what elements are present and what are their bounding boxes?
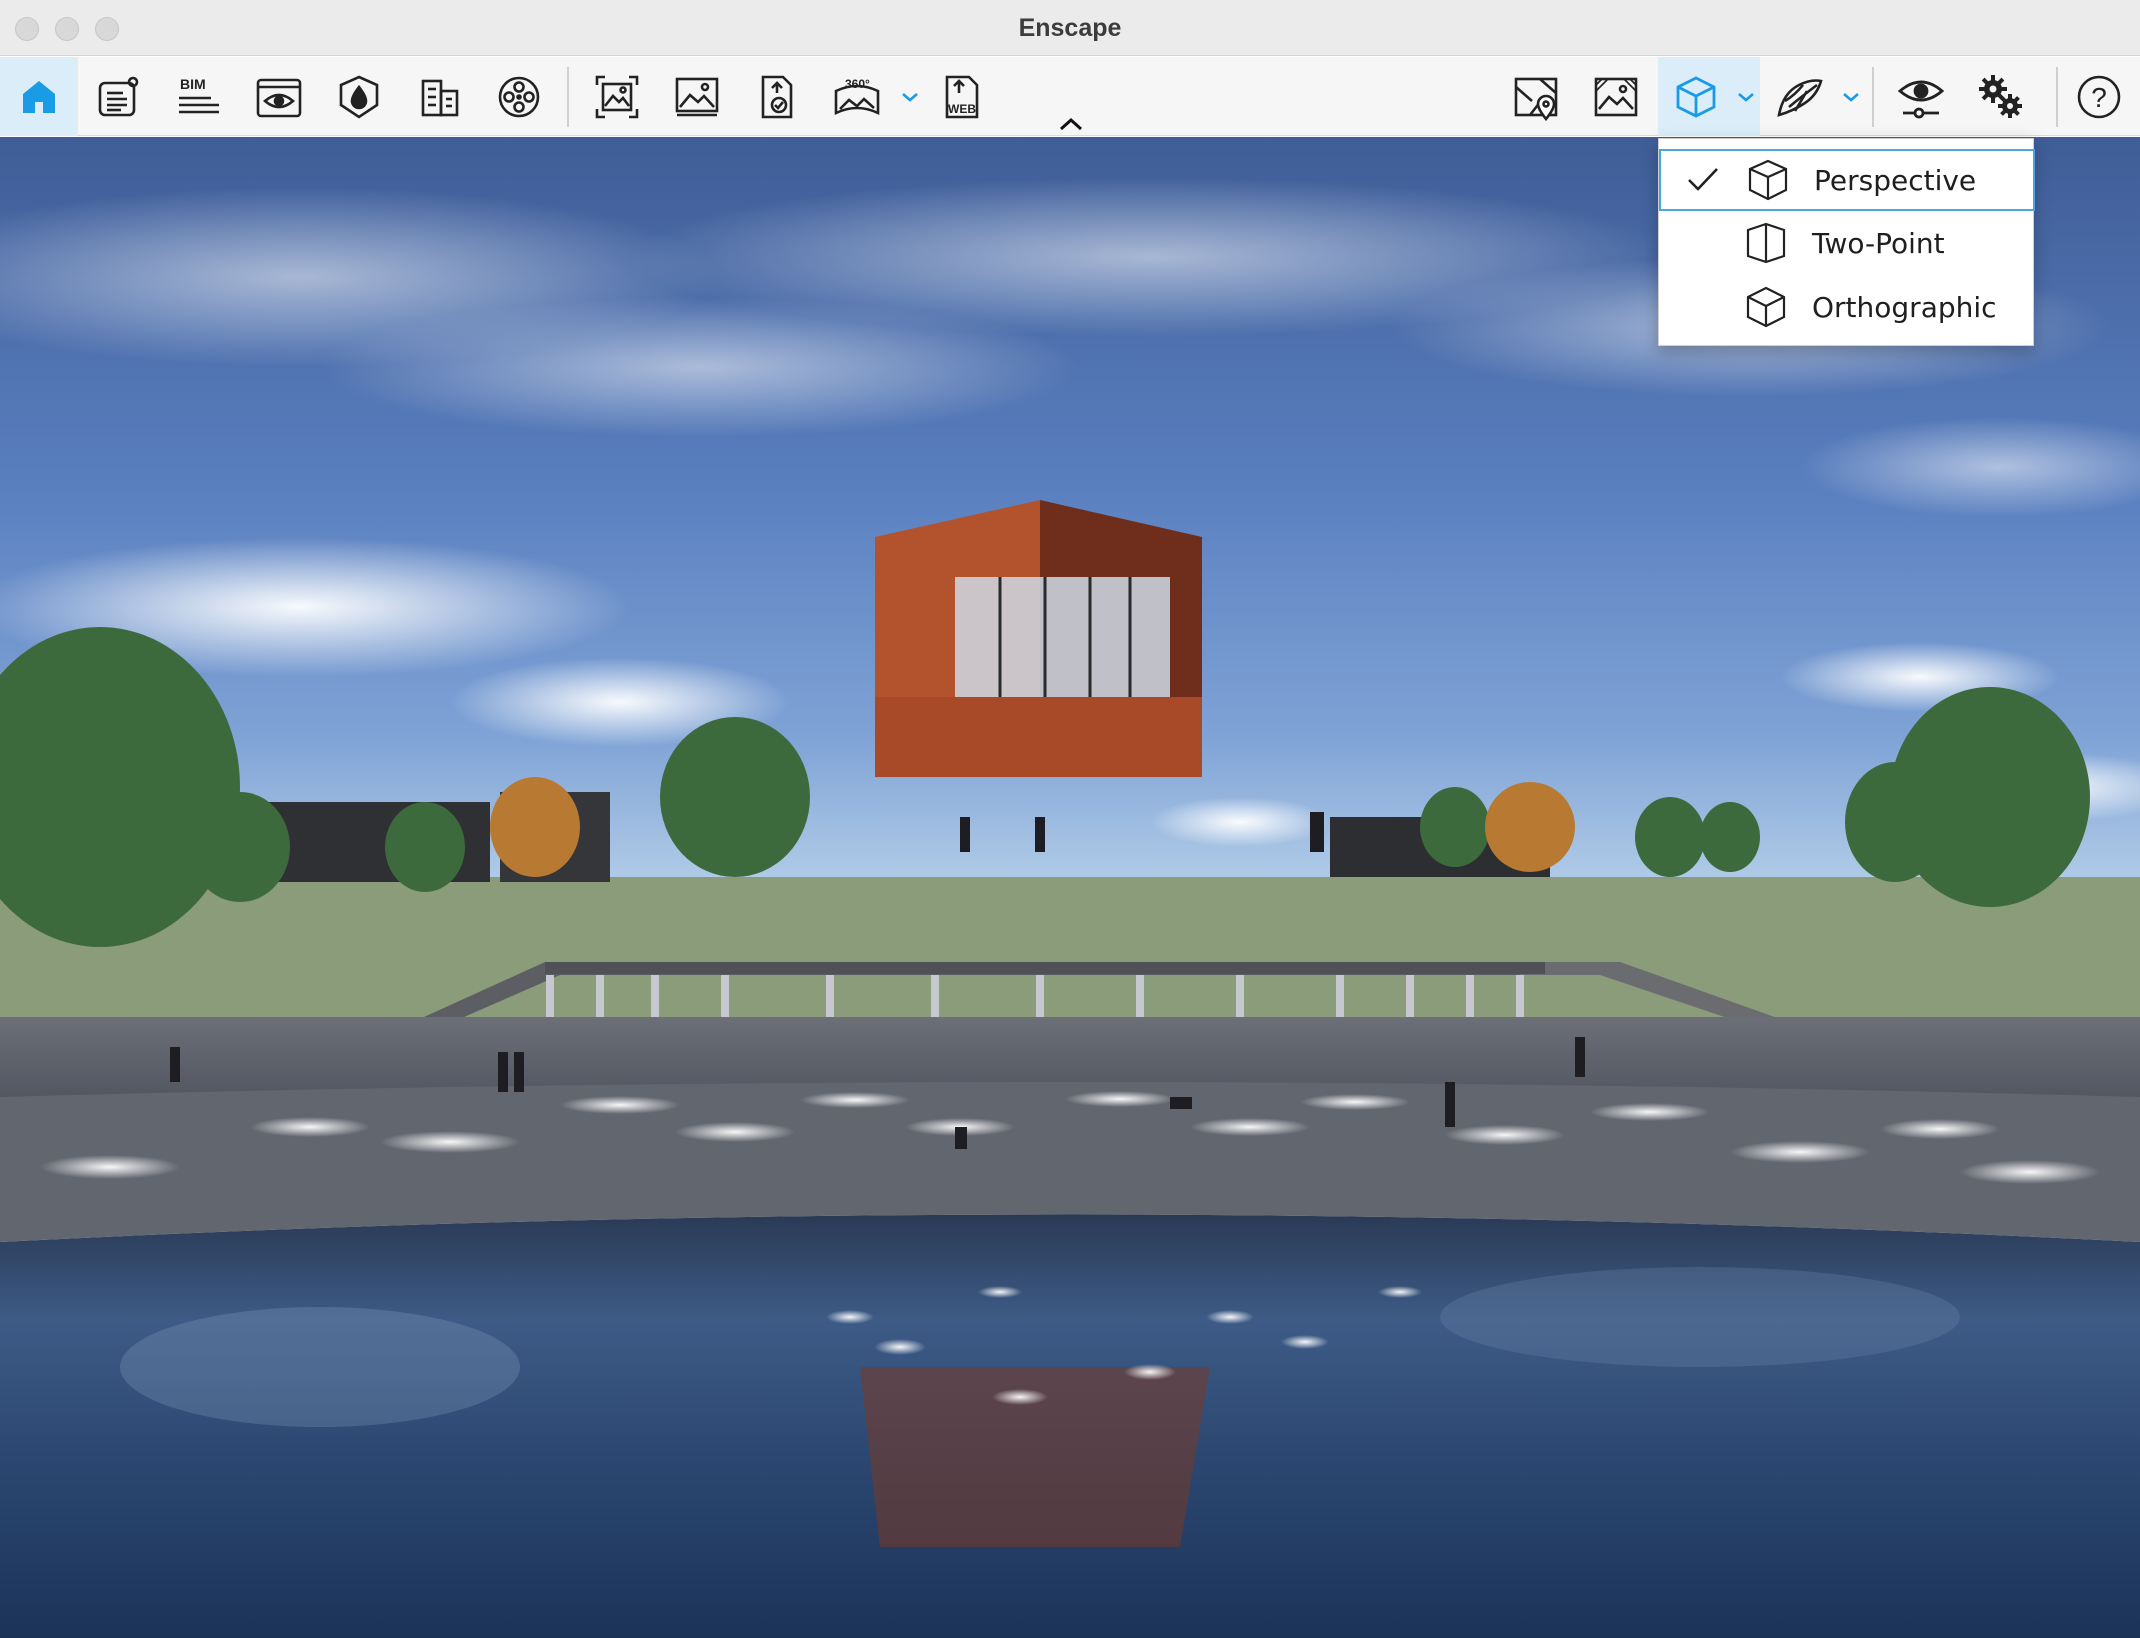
web-export-icon: WEB [945,75,979,118]
shield-drop-icon [339,75,379,119]
projection-option-label: Perspective [1814,163,1977,197]
panorama-label: 360° [845,77,870,91]
fly-mode-button[interactable] [1760,57,1838,136]
window-title: Enscape [1018,14,1122,42]
video-editor-button[interactable] [480,57,558,136]
info-panel-icon [98,76,139,116]
app-window: Enscape BIM 360° WEB ? Perspective Two-P… [0,0,2140,1638]
projection-option-label: Orthographic [1812,290,1997,324]
architectural-render-image [0,137,2140,1638]
render-viewport[interactable] [0,137,2140,1638]
image-icon [675,77,719,116]
toolbar-separator [1872,67,1874,127]
chevron-down-icon [1738,92,1754,102]
collapse-toolbar-button[interactable] [1056,113,1086,135]
fly-mode-dropdown-button[interactable] [1838,57,1864,136]
help-label: ? [2091,82,2107,113]
asset-library-button[interactable] [400,57,478,136]
bim-label: BIM [180,76,206,92]
eye-slider-icon [1897,80,1945,118]
screenshot-icon [595,75,639,118]
info-panel-button[interactable] [80,57,158,136]
panorama-360-icon: 360° [834,77,880,115]
panorama-button[interactable]: 360° [818,57,896,136]
projection-option-orthographic[interactable]: Orthographic [1659,276,2035,338]
view-image-button[interactable] [1577,57,1655,136]
hatched-image-icon [1594,77,1638,116]
projection-option-label: Two-Point [1812,226,1945,260]
upload-file-icon [761,75,793,118]
bim-icon: BIM [179,76,219,113]
view-management-button[interactable] [240,57,318,136]
toolbar-separator [567,67,569,127]
chevron-down-icon [1843,92,1859,102]
help-icon: ? [2077,75,2121,118]
chevron-down-icon [902,92,918,102]
gears-icon [1979,74,2022,118]
projection-menu: Perspective Two-Point Orthographic [1658,138,2035,346]
web-label: WEB [948,102,976,116]
projection-dropdown-button[interactable] [1733,57,1759,136]
projection-option-two-point[interactable]: Two-Point [1659,212,2035,274]
minimap-button[interactable] [1497,57,1575,136]
map-pin-icon [1514,77,1558,121]
title-bar: Enscape [0,0,2140,56]
home-button[interactable] [0,57,78,136]
toolbar: BIM 360° WEB ? [0,57,2140,136]
eye-window-icon [256,78,302,117]
capture-visibility-button[interactable] [1882,57,1960,136]
projection-option-perspective[interactable]: Perspective [1659,149,2035,211]
chevron-up-icon [1059,117,1083,131]
home-icon [23,80,55,113]
wing-icon [1777,78,1823,117]
web-export-button[interactable]: WEB [924,57,1002,136]
buildings-icon [421,79,459,116]
toolbar-separator [2056,67,2058,127]
bim-button[interactable]: BIM [160,57,238,136]
checkmark-icon [1688,168,1718,191]
settings-button[interactable] [1962,57,2040,136]
help-button[interactable]: ? [2060,57,2138,136]
cube-icon [1676,75,1716,118]
panorama-dropdown-button[interactable] [897,57,923,136]
cube-perspective-icon [1748,159,1788,201]
cube-two-point-icon [1746,222,1786,264]
upload-export-button[interactable] [738,57,816,136]
visual-settings-button[interactable] [320,57,398,136]
batch-render-button[interactable] [658,57,736,136]
render-screenshot-button[interactable] [578,57,656,136]
cube-orthographic-icon [1746,286,1786,328]
film-reel-icon [498,76,540,117]
